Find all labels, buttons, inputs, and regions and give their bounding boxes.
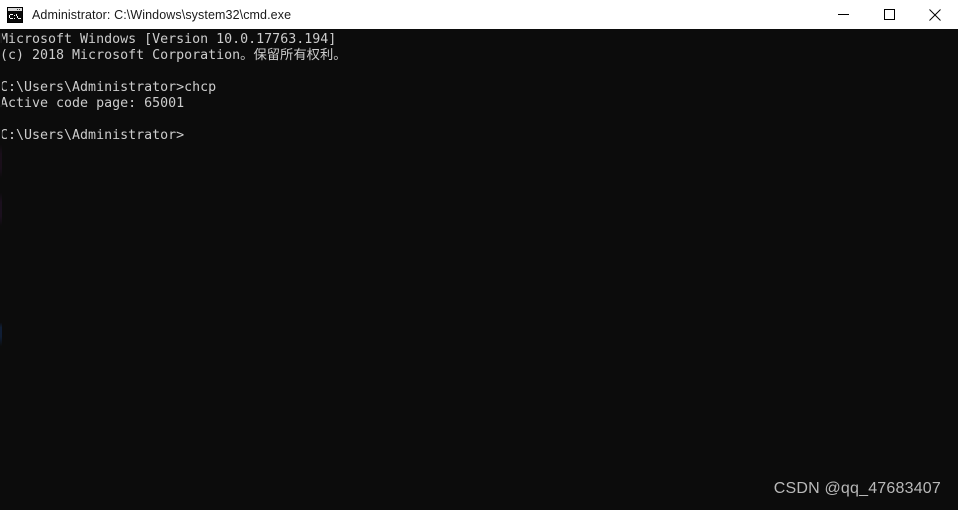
console-text: Microsoft Windows [Version 10.0.17763.19… bbox=[0, 32, 347, 143]
minimize-button[interactable] bbox=[820, 0, 866, 29]
csdn-watermark: CSDN @qq_47683407 bbox=[773, 480, 941, 497]
titlebar[interactable]: Administrator: C:\Windows\system32\cmd.e… bbox=[0, 0, 958, 29]
close-icon bbox=[929, 8, 941, 21]
close-button[interactable] bbox=[912, 0, 958, 29]
maximize-icon bbox=[883, 9, 895, 20]
window-title: Administrator: C:\Windows\system32\cmd.e… bbox=[32, 7, 292, 22]
minimize-icon bbox=[837, 14, 849, 15]
cmd-window: Administrator: C:\Windows\system32\cmd.e… bbox=[0, 0, 958, 510]
console-output-area[interactable]: Microsoft Windows [Version 10.0.17763.19… bbox=[0, 29, 958, 510]
cmd-console-icon bbox=[7, 6, 23, 23]
maximize-button[interactable] bbox=[866, 0, 912, 29]
